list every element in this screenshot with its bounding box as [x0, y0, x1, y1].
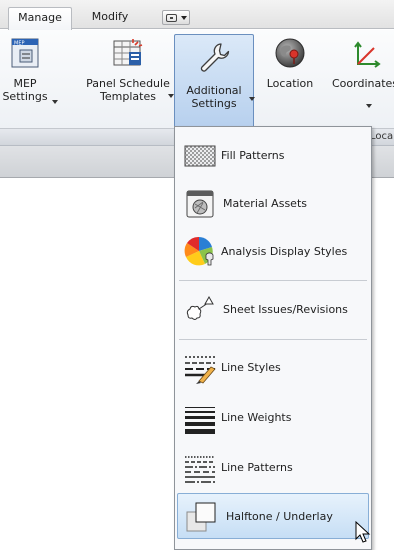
menu-item-label: Line Patterns: [221, 461, 293, 474]
line-styles-icon: [183, 351, 217, 385]
chevron-down-icon: [181, 16, 187, 20]
additional-settings-label-2: Settings: [191, 97, 237, 110]
revision-cloud-icon: [183, 293, 217, 327]
ribbon-tab-bar: Manage Modify: [0, 0, 394, 30]
chevron-down-icon: [249, 97, 255, 101]
material-assets-icon: [183, 187, 217, 221]
menu-item-line-weights[interactable]: Line Weights: [177, 395, 369, 441]
window-icon: [166, 14, 177, 22]
menu-item-fill-patterns[interactable]: Fill Patterns: [177, 133, 369, 179]
tab-manage[interactable]: Manage: [8, 7, 72, 30]
drawing-area[interactable]: [0, 178, 174, 550]
additional-settings-menu: Fill Patterns Material Assets Analysis D: [174, 126, 372, 550]
mep-settings-icon: MEP: [8, 36, 42, 70]
menu-item-label: Line Weights: [221, 411, 292, 424]
panel-schedule-label-2: Templates: [100, 90, 156, 103]
halftone-icon: [184, 500, 218, 534]
chevron-down-icon: [52, 100, 58, 104]
tab-modify[interactable]: Modify: [82, 7, 138, 29]
additional-settings-button[interactable]: Additional Settings: [174, 34, 255, 128]
menu-item-sheet-issues-revisions[interactable]: Sheet Issues/Revisions: [177, 287, 369, 333]
tab-manage-label: Manage: [18, 11, 62, 24]
location-label: Location: [266, 77, 314, 90]
menu-item-label: Material Assets: [223, 197, 307, 210]
mouse-cursor-icon: [355, 520, 373, 545]
menu-item-label: Sheet Issues/Revisions: [223, 303, 348, 316]
location-button[interactable]: Location: [260, 36, 320, 90]
coordinates-icon: [349, 36, 383, 70]
mep-settings-button[interactable]: MEP MEP Settings: [0, 36, 58, 104]
wrench-icon: [197, 41, 231, 75]
svg-text:MEP: MEP: [14, 41, 25, 47]
chevron-down-icon: [366, 104, 372, 108]
drawing-area-right[interactable]: [370, 178, 394, 550]
line-patterns-icon: [183, 451, 217, 485]
panel-schedule-label-1: Panel Schedule: [86, 77, 170, 90]
panel-visibility-button[interactable]: [162, 10, 190, 25]
coordinates-button[interactable]: Coordinates: [330, 36, 394, 108]
menu-item-material-assets[interactable]: Material Assets: [177, 181, 369, 227]
line-weights-icon: [183, 401, 217, 435]
tab-modify-label: Modify: [91, 10, 129, 23]
analysis-display-icon: [183, 235, 217, 269]
ribbon: MEP MEP Settings Panel Schedule Template…: [0, 30, 394, 128]
panel-schedule-icon: [111, 36, 145, 70]
menu-item-label: Line Styles: [221, 361, 281, 374]
panel-schedule-templates-button[interactable]: Panel Schedule Templates: [86, 36, 174, 103]
mep-settings-label-1: MEP: [13, 77, 37, 90]
mep-settings-label-2: Settings: [2, 90, 48, 103]
menu-item-line-styles[interactable]: Line Styles: [177, 345, 369, 391]
fill-patterns-icon: [183, 139, 217, 173]
coordinates-label: Coordinates: [332, 77, 394, 90]
menu-item-analysis-display-styles[interactable]: Analysis Display Styles: [177, 229, 369, 275]
panel-label: Loca: [370, 131, 394, 142]
menu-item-halftone-underlay[interactable]: Halftone / Underlay: [177, 493, 369, 539]
menu-separator: [179, 280, 367, 281]
menu-item-line-patterns[interactable]: Line Patterns: [177, 445, 369, 491]
menu-item-label: Analysis Display Styles: [221, 245, 348, 258]
menu-item-label: Halftone / Underlay: [226, 510, 333, 523]
additional-settings-label-1: Additional: [186, 84, 242, 97]
menu-separator: [179, 339, 367, 340]
globe-icon: [273, 36, 307, 70]
menu-item-label: Fill Patterns: [221, 149, 285, 162]
